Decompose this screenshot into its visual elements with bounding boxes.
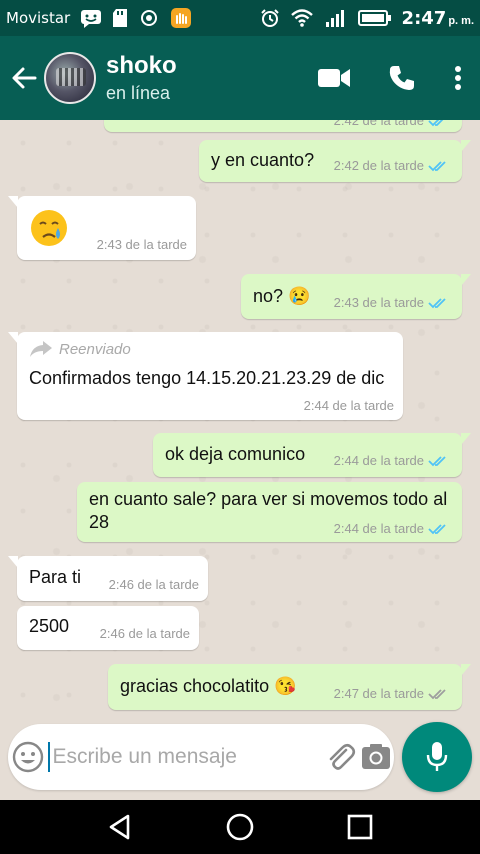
chat-header: shoko en línea bbox=[0, 36, 480, 120]
message-outgoing[interactable]: gracias chocolatito 😘 2:47 de la tarde bbox=[108, 664, 471, 710]
camera-button[interactable] bbox=[359, 724, 394, 790]
read-ticks-icon bbox=[428, 523, 448, 535]
message-time: 2:43 de la tarde bbox=[333, 295, 424, 310]
contact-info[interactable]: shoko en línea bbox=[106, 51, 300, 105]
message-incoming[interactable]: 😢 2:43 de la tarde bbox=[8, 196, 196, 260]
message-time: 2:43 de la tarde bbox=[96, 237, 187, 252]
phone-icon bbox=[389, 66, 414, 90]
message-time: 2:46 de la tarde bbox=[99, 626, 190, 641]
message-outgoing[interactable]: ok deja comunico 2:44 de la tarde bbox=[153, 433, 471, 477]
signal-icon bbox=[324, 8, 348, 28]
contact-avatar[interactable] bbox=[44, 52, 96, 104]
emoji-button[interactable] bbox=[8, 724, 48, 790]
message-time: 2:44 de la tarde bbox=[333, 521, 424, 536]
system-navigation-bar bbox=[0, 800, 480, 854]
message-time: 2:44 de la tarde bbox=[303, 398, 394, 413]
message-list[interactable]: 2:42 de la tarde y en cuanto? 2:42 de la… bbox=[0, 120, 480, 724]
message-text: y en cuanto? bbox=[211, 150, 315, 170]
message-text: Confirmados tengo 14.15.20.21.23.29 de d… bbox=[29, 368, 385, 388]
smiley-icon bbox=[13, 741, 44, 773]
nav-recents-button[interactable] bbox=[330, 800, 390, 854]
arrow-left-icon bbox=[12, 67, 37, 89]
message-text: no? 😢 bbox=[253, 286, 311, 306]
square-recents-icon bbox=[347, 814, 373, 840]
camera-icon bbox=[362, 744, 391, 769]
app-notification-icon bbox=[170, 7, 192, 29]
wifi-icon bbox=[290, 8, 314, 28]
message-time: 2:47 de la tarde bbox=[333, 686, 424, 701]
more-vert-icon bbox=[455, 66, 461, 90]
back-button[interactable] bbox=[2, 36, 46, 120]
message-outgoing[interactable]: y en cuanto? 2:42 de la tarde bbox=[199, 140, 471, 182]
nav-home-button[interactable] bbox=[210, 800, 270, 854]
alarm-icon bbox=[260, 8, 280, 28]
delivered-ticks-icon bbox=[428, 688, 448, 700]
read-ticks-icon bbox=[428, 455, 448, 467]
message-incoming[interactable]: Para ti 2:46 de la tarde bbox=[8, 556, 208, 601]
message-text: gracias chocolatito 😘 bbox=[120, 676, 297, 696]
crying-face-emoji bbox=[31, 210, 67, 246]
nav-back-button[interactable] bbox=[90, 800, 150, 854]
chat-notification-icon bbox=[80, 8, 102, 28]
message-time: 2:42 de la tarde bbox=[333, 158, 424, 173]
video-camera-icon bbox=[318, 69, 350, 87]
microphone-icon bbox=[426, 742, 448, 771]
message-input[interactable] bbox=[48, 742, 324, 772]
overflow-menu-button[interactable] bbox=[436, 36, 480, 120]
forward-arrow-icon bbox=[30, 341, 52, 357]
read-ticks-icon bbox=[428, 297, 448, 309]
contact-name: shoko bbox=[106, 52, 177, 79]
message-time: 2:42 de la tarde bbox=[333, 120, 424, 128]
message-incoming[interactable]: 2500 2:46 de la tarde bbox=[17, 606, 199, 650]
message-text: ok deja comunico bbox=[165, 444, 306, 464]
battery-icon bbox=[357, 8, 392, 28]
forwarded-label: Reenviado bbox=[59, 340, 131, 358]
status-clock: 2:47 p. m. bbox=[401, 7, 474, 29]
read-ticks-icon bbox=[428, 120, 448, 127]
message-outgoing[interactable]: no? 😢 2:43 de la tarde bbox=[241, 274, 471, 319]
message-time: 2:46 de la tarde bbox=[108, 577, 199, 592]
circle-home-icon bbox=[226, 813, 254, 841]
video-call-button[interactable] bbox=[300, 36, 368, 120]
message-outgoing[interactable]: en cuanto sale? para ver si movemos todo… bbox=[77, 482, 462, 542]
message-time: 2:44 de la tarde bbox=[333, 453, 424, 468]
voice-call-button[interactable] bbox=[368, 36, 436, 120]
read-ticks-icon bbox=[428, 160, 448, 172]
contact-status: en línea bbox=[106, 83, 171, 103]
hotspot-icon bbox=[138, 8, 160, 28]
triangle-back-icon bbox=[109, 814, 130, 840]
message-composer bbox=[8, 724, 394, 790]
paperclip-icon bbox=[329, 743, 356, 770]
message-text: 2500 bbox=[29, 616, 70, 636]
status-bar: Movistar 2:47 p. m. bbox=[0, 0, 480, 36]
sd-card-icon bbox=[112, 8, 128, 28]
message-incoming-forwarded[interactable]: Reenviado Confirmados tengo 14.15.20.21.… bbox=[8, 332, 403, 420]
carrier-name: Movistar bbox=[6, 9, 71, 27]
attach-button[interactable] bbox=[323, 724, 358, 790]
message-outgoing[interactable]: 2:42 de la tarde bbox=[104, 120, 462, 132]
voice-message-button[interactable] bbox=[402, 722, 472, 792]
message-text: Para ti bbox=[29, 567, 82, 587]
